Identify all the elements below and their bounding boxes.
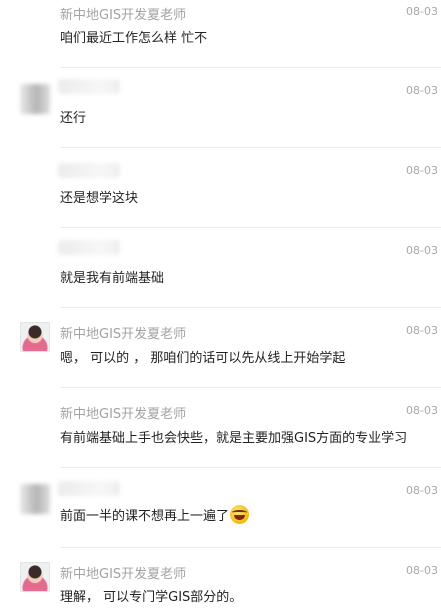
message-text[interactable]: 前面一半的课不想再上一遍了 [60, 505, 250, 524]
avatar[interactable] [20, 562, 50, 592]
message-text[interactable]: 还行 [60, 107, 86, 126]
message-time: 08-03 ( [406, 244, 441, 257]
divider [60, 67, 441, 68]
message-time: 08-03 ( [406, 564, 441, 577]
message-time: 08-03 ( [406, 5, 441, 18]
divider [60, 387, 441, 388]
message-text[interactable]: 还是想学这块 [60, 187, 138, 206]
divider [60, 227, 441, 228]
message-time: 08-03 ( [406, 84, 441, 97]
divider [60, 147, 441, 148]
divider [60, 467, 441, 468]
sender-name-redacted [58, 481, 120, 496]
divider [60, 307, 441, 308]
message-time: 08-03 ( [406, 164, 441, 177]
message-text[interactable]: 嗯， 可以的 ， 那咱们的话可以先从线上开始学起 [60, 347, 345, 366]
avatar[interactable] [20, 84, 50, 114]
laughing-tears-emoji-icon [230, 505, 250, 524]
sender-name: 新中地GIS开发夏老师 [60, 327, 187, 342]
message-text[interactable]: 有前端基础上手也会快些，就是主要加强GIS方面的专业学习 [60, 427, 407, 446]
sender-name: 新中地GIS开发夏老师 [60, 8, 187, 23]
message-text[interactable]: 理解， 可以专门学GIS部分的。 [60, 586, 242, 605]
message-time: 08-03 ( [406, 404, 441, 417]
sender-name-redacted [58, 163, 120, 178]
sender-name: 新中地GIS开发夏老师 [60, 567, 187, 582]
sender-name-redacted [58, 240, 120, 255]
divider [60, 547, 441, 548]
message-text-content: 前面一半的课不想再上一遍了 [60, 509, 230, 524]
sender-name: 新中地GIS开发夏老师 [60, 407, 187, 422]
message-time: 08-03 ( [406, 484, 441, 497]
message-text[interactable]: 咱们最近工作怎么样 忙不 [60, 27, 207, 46]
message-time: 08-03 ( [406, 324, 441, 337]
message-text[interactable]: 就是我有前端基础 [60, 267, 164, 286]
avatar[interactable] [20, 322, 50, 352]
sender-name-redacted [58, 79, 120, 94]
avatar[interactable] [20, 484, 50, 514]
